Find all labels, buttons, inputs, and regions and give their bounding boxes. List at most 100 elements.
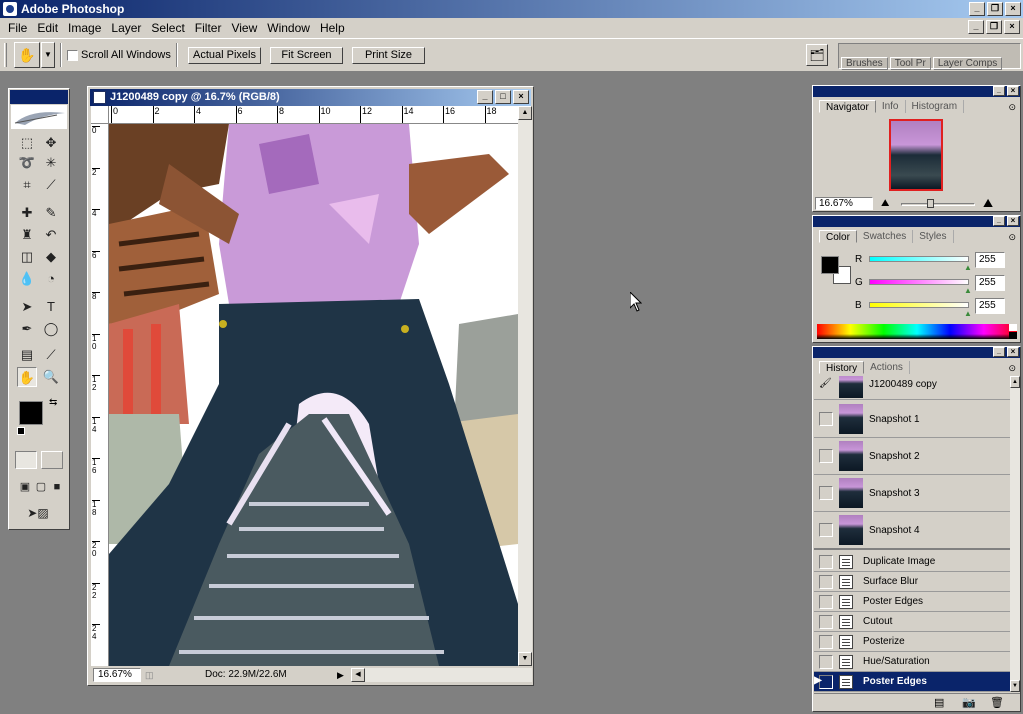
hand-tool-icon[interactable]: ✋	[17, 367, 37, 387]
history-state-row-selected[interactable]: ▶ Poster Edges	[814, 672, 1010, 692]
palette-well-tab-layer-comps[interactable]: Layer Comps	[932, 57, 1003, 70]
canvas-image[interactable]	[109, 124, 518, 666]
tab-history[interactable]: History	[819, 361, 865, 374]
minimize-button[interactable]: _	[969, 2, 985, 16]
lasso-tool-icon[interactable]: ➰	[17, 153, 37, 173]
healing-brush-tool-icon[interactable]: ✚	[17, 203, 37, 223]
history-snapshot-row[interactable]: Snapshot 1	[814, 401, 1010, 438]
horizontal-ruler[interactable]: 0 2 4 6 8 10 12 14 16 18	[109, 106, 518, 124]
scroll-down-arrow-icon[interactable]: ▼	[518, 652, 532, 666]
menu-image[interactable]: Image	[63, 21, 106, 35]
default-colors-icon[interactable]	[17, 427, 25, 435]
history-brush-source-box[interactable]	[819, 486, 833, 500]
color-foreground-swatch[interactable]	[821, 256, 839, 274]
status-preview-icon[interactable]: ◫	[145, 668, 159, 682]
red-value-field[interactable]: 255	[975, 252, 1005, 268]
history-brush-source-box[interactable]	[819, 523, 833, 537]
menu-help[interactable]: Help	[315, 21, 350, 35]
history-state-row[interactable]: Surface Blur	[814, 572, 1010, 592]
zoom-in-icon[interactable]: ⛰	[983, 196, 993, 211]
eyedropper-tool-icon[interactable]: ⟋	[41, 345, 61, 365]
document-close-button[interactable]: ×	[513, 90, 529, 104]
history-scroll-up-icon[interactable]: ▲	[1010, 376, 1020, 388]
history-minimize-button[interactable]: _	[993, 347, 1005, 357]
zoom-field[interactable]: 16.67%	[93, 668, 141, 682]
navigator-close-button[interactable]: ×	[1007, 86, 1019, 96]
clone-stamp-tool-icon[interactable]: ♜	[17, 225, 37, 245]
doc-restore-button[interactable]: ❐	[986, 20, 1002, 34]
tab-actions[interactable]: Actions	[864, 361, 910, 374]
scroll-up-arrow-icon[interactable]: ▲	[518, 106, 532, 120]
file-browser-icon[interactable]: 🗂	[806, 44, 828, 66]
fit-screen-button[interactable]: Fit Screen	[270, 47, 343, 64]
history-snapshot-row[interactable]: Snapshot 2	[814, 438, 1010, 475]
horizontal-scrollbar[interactable]: ◀	[351, 668, 532, 682]
green-slider-thumb[interactable]: ▲	[964, 286, 972, 295]
foreground-color-swatch[interactable]	[19, 401, 43, 425]
palette-well-tab-brushes[interactable]: Brushes	[841, 57, 888, 70]
navigator-menu-icon[interactable]: ⊙	[1008, 102, 1016, 113]
print-size-button[interactable]: Print Size	[352, 47, 425, 64]
vertical-ruler[interactable]: 0 2 4 6 8 1 0 1 2 1 4 1 6 1 8 2 0 2 2 2 4 2 6	[91, 124, 109, 666]
red-slider-thumb[interactable]: ▲	[964, 263, 972, 272]
history-brush-source-box[interactable]	[819, 614, 833, 629]
navigator-zoom-field[interactable]: 16.67%	[815, 197, 873, 210]
menu-file[interactable]: File	[3, 21, 32, 35]
history-scroll-down-icon[interactable]: ▼	[1010, 680, 1020, 692]
hand-tool-preset-icon[interactable]: ✋	[14, 42, 40, 68]
tab-navigator[interactable]: Navigator	[819, 100, 876, 113]
history-close-button[interactable]: ×	[1007, 347, 1019, 357]
restore-button[interactable]: ❐	[987, 2, 1003, 16]
marquee-tool-icon[interactable]: ⬚	[17, 133, 37, 153]
history-brush-source-box[interactable]	[819, 574, 833, 589]
ruler-origin[interactable]	[91, 106, 109, 124]
quick-mask-mode-icon[interactable]	[41, 451, 63, 469]
history-state-row[interactable]: Hue/Saturation	[814, 652, 1010, 672]
swap-colors-icon[interactable]: ⇆	[49, 397, 57, 408]
actual-pixels-button[interactable]: Actual Pixels	[188, 47, 261, 64]
blue-slider-track[interactable]	[869, 302, 969, 308]
eraser-tool-icon[interactable]: ◫	[17, 247, 37, 267]
history-snapshot-row[interactable]: Snapshot 3	[814, 475, 1010, 512]
history-brush-source-box[interactable]	[819, 634, 833, 649]
history-brush-source-box[interactable]	[819, 449, 833, 463]
tab-histogram[interactable]: Histogram	[906, 100, 965, 113]
navigator-thumbnail[interactable]	[889, 119, 943, 191]
vertical-scrollbar[interactable]: ▲ ▼	[518, 106, 532, 666]
history-state-row[interactable]: Posterize	[814, 632, 1010, 652]
jump-to-imageready-icon[interactable]: ➤▨	[19, 503, 57, 523]
document-maximize-button[interactable]: □	[495, 90, 511, 104]
slice-tool-icon[interactable]: ⟋	[41, 175, 61, 195]
status-menu-arrow-icon[interactable]: ▶	[337, 668, 349, 682]
dodge-tool-icon[interactable]: ◔	[41, 269, 61, 289]
tab-swatches[interactable]: Swatches	[857, 230, 914, 243]
history-state-row[interactable]: Poster Edges	[814, 592, 1010, 612]
menu-select[interactable]: Select	[146, 21, 189, 35]
menu-filter[interactable]: Filter	[190, 21, 227, 35]
red-slider-track[interactable]	[869, 256, 969, 262]
magic-wand-tool-icon[interactable]: ✳	[41, 153, 61, 173]
scroll-all-windows-checkbox[interactable]	[67, 50, 78, 61]
palette-well-tab-tool-presets[interactable]: Tool Pr	[889, 57, 931, 70]
move-tool-icon[interactable]: ✥	[41, 133, 61, 153]
path-selection-tool-icon[interactable]: ➤	[17, 297, 37, 317]
paint-bucket-tool-icon[interactable]: ◆	[41, 247, 61, 267]
tab-color[interactable]: Color	[819, 230, 857, 243]
color-close-button[interactable]: ×	[1007, 216, 1019, 226]
history-snapshot-row[interactable]: Snapshot 4	[814, 512, 1010, 550]
history-brush-source-box[interactable]	[819, 654, 833, 669]
color-spectrum-bar[interactable]	[817, 324, 1017, 339]
history-snapshot-row[interactable]: 🖌 J1200489 copy	[814, 376, 1010, 400]
menu-window[interactable]: Window	[262, 21, 315, 35]
zoom-tool-icon[interactable]: 🔍	[41, 367, 61, 387]
navigator-zoom-slider[interactable]	[901, 203, 975, 206]
history-state-row[interactable]: Cutout	[814, 612, 1010, 632]
history-state-row[interactable]: Duplicate Image	[814, 552, 1010, 572]
history-brush-source-box[interactable]	[819, 594, 833, 609]
history-brush-source-box[interactable]	[819, 412, 833, 426]
history-scrollbar[interactable]: ▲ ▼	[1010, 376, 1020, 692]
brush-tool-icon[interactable]: ✎	[41, 203, 61, 223]
scroll-left-arrow-icon[interactable]: ◀	[351, 668, 365, 682]
tab-info[interactable]: Info	[876, 100, 906, 113]
notes-tool-icon[interactable]: ▤	[17, 345, 37, 365]
